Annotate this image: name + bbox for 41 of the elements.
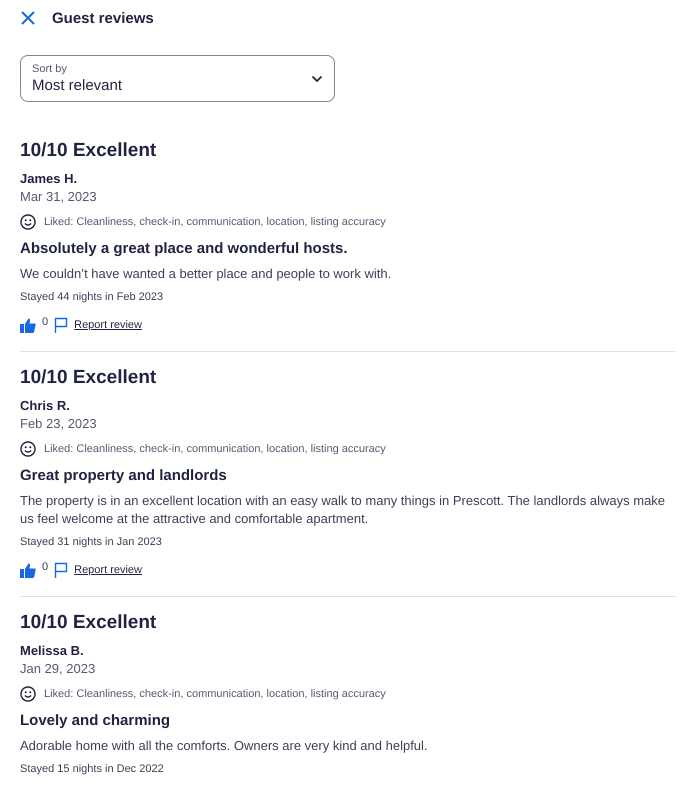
helpful-count: 0 — [42, 561, 48, 573]
chevron-down-icon — [311, 74, 323, 82]
reviewer-name: James H. — [20, 171, 78, 186]
stay-info: Stayed 15 nights in Dec 2022 — [20, 763, 165, 775]
stay-info: Stayed 44 nights in Feb 2023 — [20, 291, 164, 303]
dropdown-label: Sort by — [32, 63, 68, 75]
dropdown-value: Most relevant — [32, 77, 122, 94]
reviewer-name: Melissa B. — [20, 643, 85, 658]
review-text: We couldn’t have wanted a better place and people to work with. — [20, 265, 392, 283]
close-button[interactable] — [20, 10, 36, 26]
flag-icon — [54, 562, 68, 578]
helpful-count: 0 — [42, 316, 48, 328]
smiley-icon — [20, 686, 36, 702]
panel-title: Guest reviews — [52, 10, 154, 26]
review-text: Adorable home with all the comforts. Owners are very kind and helpful. — [20, 737, 429, 755]
report-review-link[interactable]: Report review — [74, 564, 142, 576]
review-title: Lovely and charming — [20, 712, 172, 729]
liked-aspects: Liked: Cleanliness, check-in, communication, location, listing accuracy — [44, 216, 386, 228]
thumbs-up-icon — [20, 318, 36, 332]
reviewer-name: Chris R. — [20, 398, 71, 413]
close-icon — [20, 10, 36, 26]
report-review-link[interactable]: Report review — [74, 319, 142, 331]
review-date: Feb 23, 2023 — [20, 416, 98, 431]
thumbs-up-icon — [20, 562, 36, 578]
review-rating: 10/10 Excellent — [20, 140, 158, 162]
review-date: Mar 31, 2023 — [20, 189, 98, 204]
liked-aspects: Liked: Cleanliness, check-in, communication, location, listing accuracy — [44, 688, 386, 700]
smiley-icon — [20, 441, 36, 457]
stay-info: Stayed 31 nights in Jan 2023 — [20, 536, 163, 548]
thumbs-up-button[interactable] — [20, 562, 36, 578]
review-rating: 10/10 Excellent — [20, 367, 158, 389]
sort-dropdown[interactable]: Sort by Most relevant — [20, 55, 335, 102]
flag-icon — [54, 317, 68, 333]
thumbs-up-button[interactable] — [20, 318, 36, 332]
review-rating: 10/10 Excellent — [20, 612, 158, 634]
review-date: Jan 29, 2023 — [20, 661, 96, 676]
liked-aspects: Liked: Cleanliness, check-in, communication, location, listing accuracy — [44, 443, 386, 455]
review-text: The property is in an excellent location with an easy walk to many things in Prescott. The landlords always make us feel welcome at the attractive and comfortable apartment. — [20, 492, 666, 528]
review-title: Absolutely a great place and wonderful hosts. — [20, 240, 349, 257]
review-title: Great property and landlords — [20, 467, 228, 484]
smiley-icon — [20, 214, 36, 230]
